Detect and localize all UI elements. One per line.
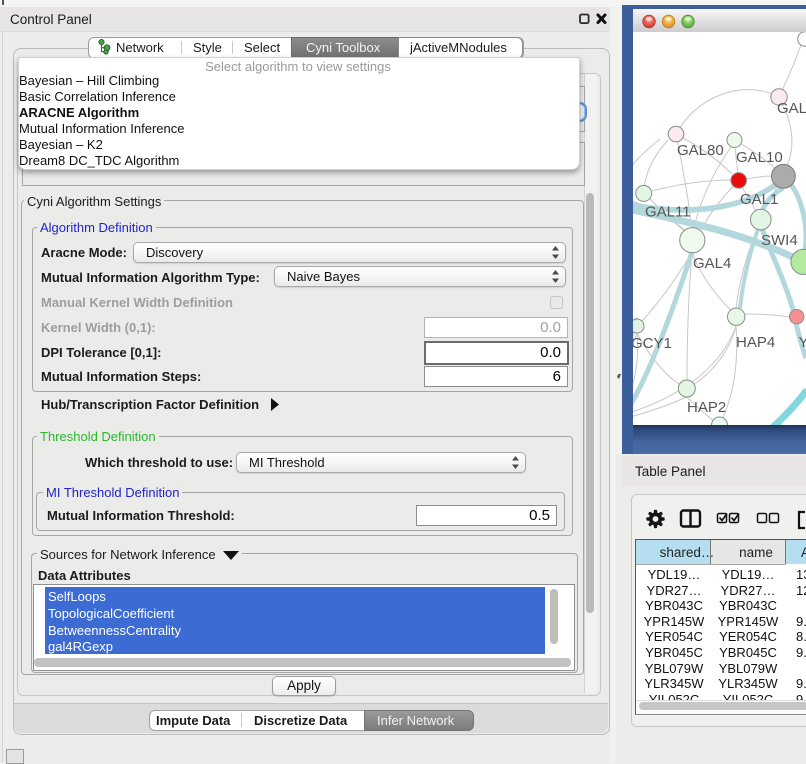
svg-text:GAL80: GAL80 (677, 142, 724, 159)
svg-text:GAL2: GAL2 (777, 100, 806, 117)
svg-text:HAP2: HAP2 (687, 399, 726, 416)
svg-text:SWI4: SWI4 (761, 232, 798, 249)
svg-text:GAL11: GAL11 (645, 204, 691, 221)
svg-text:GAL1: GAL1 (740, 191, 778, 208)
svg-text:GAL10: GAL10 (736, 149, 783, 166)
svg-text:Y: Y (799, 334, 806, 351)
svg-text:GAL4: GAL4 (693, 255, 731, 272)
svg-text:HAP4: HAP4 (736, 334, 775, 351)
svg-text:GCY1: GCY1 (633, 335, 672, 352)
